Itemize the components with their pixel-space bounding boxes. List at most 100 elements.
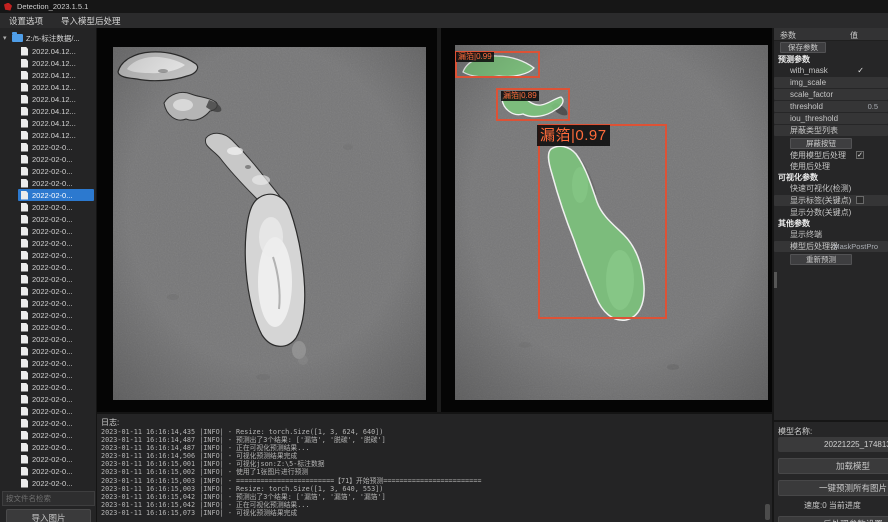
file-item[interactable]: 2022-02-0... bbox=[18, 297, 94, 309]
postprocess-settings-button[interactable]: 后处理参数设置 bbox=[778, 516, 888, 522]
file-item[interactable]: 2022-02-0... bbox=[18, 477, 94, 489]
file-label: 2022.04.12... bbox=[32, 83, 76, 92]
detection-label-3: 漏箔|0.97 bbox=[537, 125, 610, 146]
file-icon bbox=[21, 479, 28, 488]
model-box: 模型名称: 20221225_174813 加载模型 一键预测所有图片 速度:0… bbox=[774, 420, 888, 522]
file-item[interactable]: 2022-02-0... bbox=[18, 345, 94, 357]
file-item[interactable]: 2022-02-0... bbox=[18, 333, 94, 345]
file-item[interactable]: 2022-02-0... bbox=[18, 309, 94, 321]
file-icon bbox=[21, 419, 28, 428]
file-item[interactable]: 2022-02-0... bbox=[18, 393, 94, 405]
file-label: 2022-02-0... bbox=[32, 287, 72, 296]
file-item[interactable]: 2022-02-0... bbox=[18, 357, 94, 369]
param-item[interactable]: 显示分数(关键点) bbox=[774, 207, 888, 218]
import-images-button[interactable]: 导入图片 bbox=[6, 509, 91, 522]
params-scrollbar[interactable] bbox=[774, 272, 777, 288]
file-item[interactable]: 2022-02-0... bbox=[18, 381, 94, 393]
param-item[interactable]: 使用后处理 bbox=[774, 161, 888, 172]
menu-import-postprocess[interactable]: 导入模型后处理 bbox=[61, 15, 121, 27]
file-item[interactable]: 2022.04.12... bbox=[18, 117, 94, 129]
file-icon bbox=[21, 371, 28, 380]
file-item[interactable]: 2022-02-0... bbox=[18, 201, 94, 213]
param-label: 显示分数(关键点) bbox=[790, 208, 851, 217]
file-item[interactable]: 2022-02-0... bbox=[18, 177, 94, 189]
param-checkbox[interactable] bbox=[856, 196, 864, 204]
log-lines[interactable]: 2023-01-11 16:16:14,435 |INFO| - Resize:… bbox=[101, 428, 760, 520]
file-icon bbox=[21, 287, 28, 296]
file-item[interactable]: 2022-02-0... bbox=[18, 273, 94, 285]
param-button[interactable]: 重新预测 bbox=[790, 254, 852, 265]
file-item[interactable]: 2022.04.12... bbox=[18, 45, 94, 57]
file-item[interactable]: 2022-02-0... bbox=[18, 429, 94, 441]
log-line: 2023-01-11 16:16:15,042 |INFO| - 正在可视化预测… bbox=[101, 501, 760, 509]
file-item[interactable]: 2022-02-0... bbox=[18, 213, 94, 225]
file-item[interactable]: 2022-02-0... bbox=[18, 153, 94, 165]
load-model-button[interactable]: 加载模型 bbox=[778, 458, 888, 474]
file-item[interactable]: 2022-02-0... bbox=[18, 237, 94, 249]
param-button[interactable]: 保存参数 bbox=[780, 42, 826, 53]
log-scrollbar[interactable] bbox=[765, 504, 770, 520]
search-input[interactable] bbox=[2, 491, 95, 506]
menu-settings[interactable]: 设置选项 bbox=[9, 15, 43, 27]
file-icon bbox=[21, 359, 28, 368]
file-item[interactable]: 2022.04.12... bbox=[18, 69, 94, 81]
param-item[interactable]: 使用模型后处理✓ bbox=[774, 150, 888, 161]
param-item[interactable]: scale_factor bbox=[774, 89, 888, 100]
file-icon bbox=[21, 227, 28, 236]
file-item[interactable]: 2022.04.12... bbox=[18, 105, 94, 117]
param-item[interactable]: 显示标签(关键点) bbox=[774, 195, 888, 206]
file-item[interactable]: 2022-02-0... bbox=[18, 465, 94, 477]
param-item[interactable]: with_mask✓ bbox=[774, 65, 888, 76]
file-item[interactable]: 2022-02-0... bbox=[18, 285, 94, 297]
param-item[interactable]: threshold0.5 bbox=[774, 101, 888, 112]
param-button[interactable]: 屏蔽按钮 bbox=[790, 138, 852, 149]
file-item[interactable]: 2022-02-0... bbox=[18, 141, 94, 153]
tree-root[interactable]: ▾ Z:/5-标注数据/... bbox=[0, 31, 96, 45]
log-line: 2023-01-11 16:16:15,073 |INFO| - 可视化预测结果… bbox=[101, 509, 760, 517]
param-section-header: 其他参数 bbox=[774, 218, 888, 229]
log-line: 2023-01-11 16:16:14,435 |INFO| - Resize:… bbox=[101, 428, 760, 436]
param-label: iou_threshold bbox=[790, 114, 838, 123]
file-item[interactable]: 2022.04.12... bbox=[18, 81, 94, 93]
file-item[interactable]: 2022-02-0... bbox=[18, 405, 94, 417]
model-name-field[interactable]: 20221225_174813 bbox=[778, 437, 888, 452]
param-item[interactable]: 屏蔽类型列表 bbox=[774, 125, 888, 136]
file-item[interactable]: 2022-02-0... bbox=[18, 369, 94, 381]
prediction-image-panel[interactable]: 漏箔|0.99 漏箔|0.89 漏箔|0.97 bbox=[455, 45, 768, 400]
param-item[interactable]: img_scale bbox=[774, 77, 888, 88]
file-item[interactable]: 2022-02-0... bbox=[18, 453, 94, 465]
model-name-label: 模型名称: bbox=[778, 426, 812, 437]
param-item[interactable]: 模型后处理器MaskPostPro bbox=[774, 241, 888, 252]
file-icon bbox=[21, 431, 28, 440]
param-label: with_mask bbox=[790, 66, 828, 75]
param-item[interactable]: iou_threshold bbox=[774, 113, 888, 124]
file-item[interactable]: 2022-02-0... bbox=[18, 225, 94, 237]
chevron-down-icon[interactable]: ▾ bbox=[3, 34, 12, 42]
predict-all-button[interactable]: 一键预测所有图片 bbox=[778, 480, 888, 496]
file-item[interactable]: 2022-02-0... bbox=[18, 441, 94, 453]
param-button-row: 保存参数 bbox=[774, 41, 888, 54]
app-logo-icon bbox=[4, 3, 12, 11]
original-image-panel[interactable] bbox=[113, 47, 426, 400]
file-icon bbox=[21, 167, 28, 176]
file-icon bbox=[21, 467, 28, 476]
file-item[interactable]: 2022.04.12... bbox=[18, 129, 94, 141]
file-label: 2022-02-0... bbox=[32, 311, 72, 320]
file-item[interactable]: 2022-02-0... bbox=[18, 165, 94, 177]
file-icon bbox=[21, 311, 28, 320]
params-header-value: 值 bbox=[850, 30, 858, 41]
param-item[interactable]: 快速可视化(检测) bbox=[774, 183, 888, 194]
file-icon bbox=[21, 131, 28, 140]
file-item[interactable]: 2022.04.12... bbox=[18, 57, 94, 69]
file-label: 2022.04.12... bbox=[32, 119, 76, 128]
file-item[interactable]: 2022-02-0... bbox=[18, 249, 94, 261]
param-checkbox[interactable]: ✓ bbox=[856, 151, 864, 159]
file-item[interactable]: 2022-02-0... bbox=[18, 321, 94, 333]
file-item[interactable]: 2022.04.12... bbox=[18, 93, 94, 105]
file-label: 2022-02-0... bbox=[32, 155, 72, 164]
param-item[interactable]: 显示终端 bbox=[774, 229, 888, 240]
log-line: 2023-01-11 16:16:15,002 |INFO| - 使用了1张图片… bbox=[101, 468, 760, 476]
file-item[interactable]: 2022-02-0... bbox=[18, 189, 94, 201]
file-item[interactable]: 2022-02-0... bbox=[18, 261, 94, 273]
file-item[interactable]: 2022-02-0... bbox=[18, 417, 94, 429]
